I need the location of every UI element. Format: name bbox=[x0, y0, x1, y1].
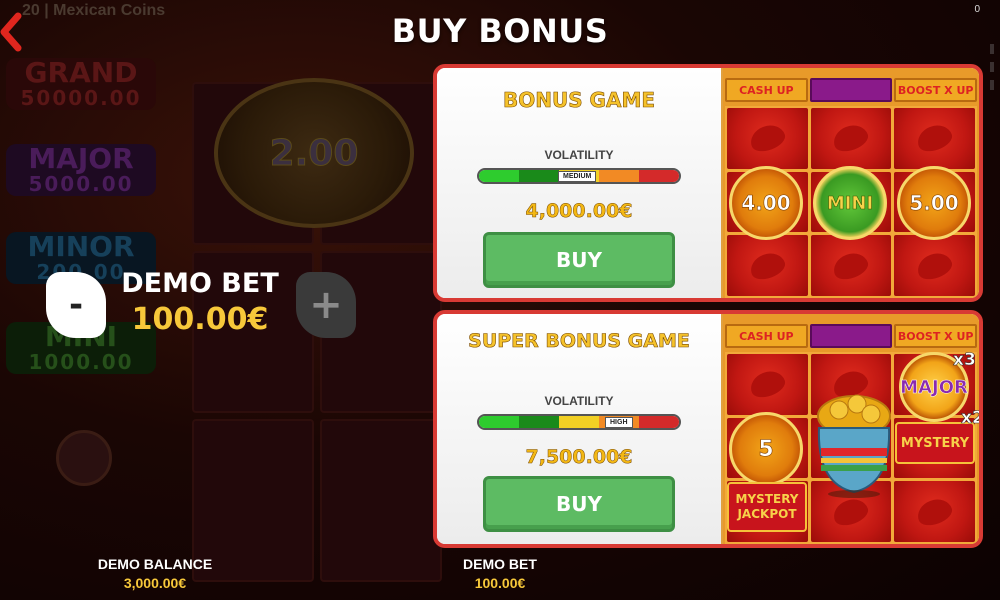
preview-header: CASH UP BOOST X UP bbox=[725, 78, 978, 102]
bonus-game-card: BONUS GAME VOLATILITY MEDIUM 4,000.00€ B… bbox=[433, 64, 983, 302]
page-title: BUY BONUS bbox=[391, 12, 609, 50]
volatility-level: MEDIUM bbox=[558, 171, 597, 182]
buy-bonus-game-button[interactable]: BUY bbox=[483, 232, 675, 288]
background-coin: 2.00 bbox=[214, 78, 414, 228]
card-info: SUPER BONUS GAME VOLATILITY HIGH 7,500.0… bbox=[437, 314, 721, 544]
preview-header: CASH UP BOOST X UP bbox=[725, 324, 978, 348]
jackpot-value: 1000.00 bbox=[28, 350, 134, 374]
treasure-pot-icon bbox=[817, 394, 891, 498]
card-title: BONUS GAME bbox=[502, 88, 656, 113]
multiplier-major: x3 bbox=[953, 350, 976, 371]
super-bonus-preview: CASH UP BOOST X UP 5 MAJOR x3 MYSTERY x2… bbox=[721, 314, 979, 544]
bet-stepper-label: DEMO BET bbox=[121, 268, 279, 299]
bet-stepper-value: 100.00€ bbox=[131, 302, 269, 337]
demo-bet-label: DEMO BET bbox=[463, 556, 537, 572]
mini-coin-icon: MINI bbox=[813, 166, 887, 240]
chili-icon bbox=[727, 235, 808, 296]
card-price: 4,000.00€ bbox=[525, 200, 633, 223]
coin-icon: 5 bbox=[729, 412, 803, 486]
cash-up-tab: CASH UP bbox=[725, 324, 808, 348]
card-price: 7,500.00€ bbox=[525, 446, 633, 469]
background-badge-icon bbox=[56, 430, 112, 486]
chili-icon bbox=[810, 108, 892, 169]
volatility-label: VOLATILITY bbox=[544, 148, 614, 162]
chili-icon bbox=[727, 108, 808, 169]
volatility-level: HIGH bbox=[605, 417, 633, 428]
jackpot-value: 50000.00 bbox=[20, 86, 142, 110]
buy-super-bonus-game-button[interactable]: BUY bbox=[483, 476, 675, 532]
mystery-banner: MYSTERY bbox=[895, 422, 975, 464]
cash-up-tab: CASH UP bbox=[725, 78, 808, 102]
chili-icon bbox=[894, 481, 975, 542]
jackpot-name: GRAND bbox=[24, 56, 138, 89]
volatility-bar bbox=[477, 414, 681, 430]
preview-tab bbox=[809, 324, 893, 348]
demo-balance-value: 3,000.00€ bbox=[123, 575, 187, 591]
bonus-game-preview: CASH UP BOOST X UP 4.00 MINI 5.00 bbox=[721, 68, 979, 298]
jackpot-value: 5000.00 bbox=[28, 172, 134, 196]
background-coin-value: 2.00 bbox=[269, 132, 359, 174]
chili-icon bbox=[894, 108, 975, 169]
multiplier-mystery: x2 bbox=[961, 408, 983, 429]
volatility-label: VOLATILITY bbox=[544, 394, 614, 408]
jackpot-grand: GRAND 50000.00 bbox=[6, 58, 156, 110]
minus-icon: - bbox=[68, 285, 84, 325]
chili-icon bbox=[810, 235, 892, 296]
bet-decrease-button[interactable]: - bbox=[46, 272, 106, 338]
demo-bet: DEMO BET 100.00€ bbox=[430, 556, 570, 591]
jackpot-name: MAJOR bbox=[28, 142, 134, 175]
preview-tab bbox=[809, 78, 893, 102]
boost-x-up-tab: BOOST X UP bbox=[894, 324, 978, 348]
boost-x-up-tab: BOOST X UP bbox=[894, 78, 978, 102]
chili-icon bbox=[727, 354, 808, 415]
menu-dots-icon bbox=[990, 44, 994, 90]
reel-cell bbox=[320, 419, 442, 582]
chili-icon bbox=[894, 235, 975, 296]
card-info: BONUS GAME VOLATILITY MEDIUM 4,000.00€ B… bbox=[437, 68, 721, 298]
jackpot-major: MAJOR 5000.00 bbox=[6, 144, 156, 196]
coin-icon: 4.00 bbox=[729, 166, 803, 240]
mystery-jackpot-banner: MYSTERY JACKPOT bbox=[727, 482, 807, 532]
bet-increase-button[interactable]: + bbox=[296, 272, 356, 338]
card-title: SUPER BONUS GAME bbox=[468, 330, 690, 353]
demo-bet-value: 100.00€ bbox=[474, 575, 526, 591]
super-bonus-game-card: SUPER BONUS GAME VOLATILITY HIGH 7,500.0… bbox=[433, 310, 983, 548]
demo-balance: DEMO BALANCE 3,000.00€ bbox=[80, 556, 230, 591]
plus-icon: + bbox=[309, 282, 343, 328]
coin-icon: 5.00 bbox=[897, 166, 971, 240]
demo-balance-label: DEMO BALANCE bbox=[97, 556, 213, 572]
jackpot-name: MINOR bbox=[27, 230, 135, 263]
